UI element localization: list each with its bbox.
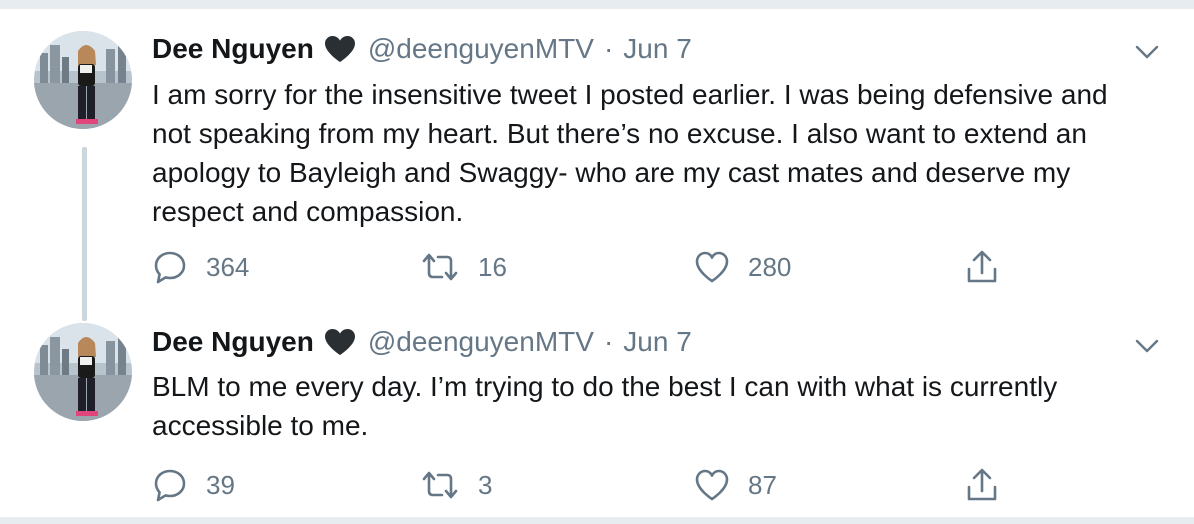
like-button[interactable]: 280 [694, 247, 791, 287]
tweet-header: Dee Nguyen @deenguyenMTV · Jun 7 [152, 29, 692, 69]
tweet[interactable]: Dee Nguyen @deenguyenMTV · Jun 7 I am so… [0, 9, 1194, 309]
separator-dot: · [603, 326, 614, 357]
share-icon [964, 249, 1000, 285]
chevron-down-icon[interactable] [1134, 333, 1160, 359]
tweet-text: BLM to me every day. I’m trying to do th… [152, 371, 1058, 441]
tweet-date[interactable]: Jun 7 [623, 33, 692, 65]
reply-button[interactable]: 364 [152, 247, 249, 287]
separator-dot: · [603, 33, 614, 64]
reply-icon [152, 467, 188, 503]
share-button[interactable] [964, 465, 1000, 505]
tweet[interactable]: Dee Nguyen @deenguyenMTV · Jun 7 BLM to … [0, 309, 1194, 517]
tweet-header: Dee Nguyen @deenguyenMTV · Jun 7 [152, 322, 692, 362]
retweet-count: 3 [478, 469, 493, 500]
avatar[interactable] [34, 323, 132, 421]
user-handle[interactable]: @deenguyenMTV [368, 326, 594, 358]
tweet-actions: 364 16 280 [152, 247, 1052, 287]
black-heart-icon [324, 328, 356, 356]
share-button[interactable] [964, 247, 1000, 287]
like-count: 280 [748, 251, 792, 282]
like-button[interactable]: 87 [694, 465, 777, 505]
display-name[interactable]: Dee Nguyen [152, 33, 314, 65]
user-handle[interactable]: @deenguyenMTV [368, 33, 594, 65]
like-heart-icon [694, 468, 730, 502]
tweet-text: I am sorry for the insensitive tweet I p… [152, 79, 1108, 227]
tweet-thread: Dee Nguyen @deenguyenMTV · Jun 7 I am so… [0, 8, 1194, 518]
like-heart-icon [694, 250, 730, 284]
display-name[interactable]: Dee Nguyen [152, 326, 314, 358]
reply-count: 39 [206, 469, 235, 500]
tweet-actions: 39 3 87 [152, 465, 1052, 505]
retweet-icon [420, 251, 460, 283]
reply-count: 364 [206, 251, 250, 282]
reply-button[interactable]: 39 [152, 465, 235, 505]
retweet-button[interactable]: 3 [420, 465, 492, 505]
retweet-icon [420, 469, 460, 501]
retweet-button[interactable]: 16 [420, 247, 507, 287]
retweet-count: 16 [478, 251, 507, 282]
black-heart-icon [324, 35, 356, 63]
chevron-down-icon[interactable] [1134, 39, 1160, 65]
avatar[interactable] [34, 31, 132, 129]
share-icon [964, 467, 1000, 503]
tweet-date[interactable]: Jun 7 [623, 326, 692, 358]
reply-icon [152, 249, 188, 285]
like-count: 87 [748, 469, 777, 500]
